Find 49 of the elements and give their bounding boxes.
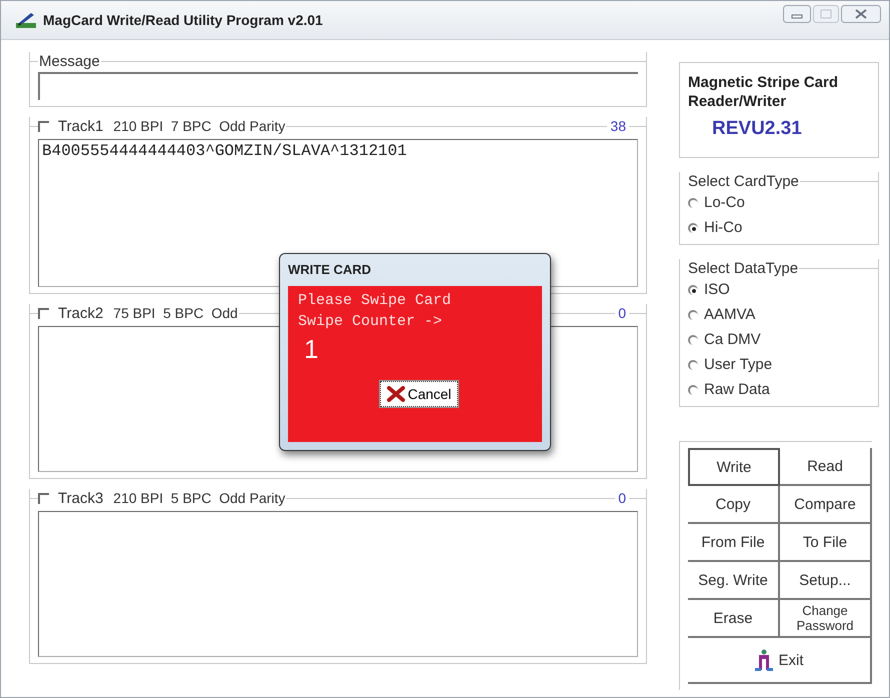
data-type-radio[interactable]: Raw Data: [688, 377, 870, 402]
door-icon: [754, 649, 774, 671]
character-count: 0: [617, 305, 627, 321]
group-label: Select DataType: [687, 260, 800, 276]
track-settings: 210 BPI 5 BPC Odd Parity: [112, 490, 286, 506]
close-icon: [386, 386, 405, 402]
track-settings: 210 BPI 7 BPC Odd Parity: [112, 118, 286, 134]
action-button[interactable]: From File: [688, 524, 780, 562]
dialog-message: Swipe Counter ->: [298, 312, 442, 332]
track-label: Track1: [57, 118, 104, 134]
data-type-radio[interactable]: AAMVA: [688, 302, 870, 327]
action-button[interactable]: Erase: [688, 600, 780, 638]
data-type-radio[interactable]: ISO: [688, 277, 870, 302]
card-type-radio[interactable]: Hi-Co: [688, 215, 870, 240]
minimize-icon[interactable]: [783, 5, 811, 23]
track-data-field[interactable]: [38, 511, 638, 657]
character-count: 0: [617, 490, 627, 506]
exit-button[interactable]: Exit: [688, 638, 872, 684]
track-settings: 75 BPI 5 BPC Odd: [112, 305, 239, 321]
pen-icon: [15, 11, 37, 29]
data-type-radio[interactable]: Ca DMV: [688, 327, 870, 352]
group-label: Message: [38, 52, 101, 70]
action-button[interactable]: Seg. Write: [688, 562, 780, 600]
track-data: B4005554444444403^GOMZIN/SLAVA^1312101: [42, 142, 407, 160]
action-button[interactable]: Copy: [688, 486, 780, 524]
track-label: Track3: [57, 490, 104, 506]
window-title: MagCard Write/Read Utility Program v2.01: [43, 12, 324, 28]
character-count: 38: [609, 118, 627, 134]
dialog-message: Please Swipe Card: [298, 291, 452, 311]
message-field[interactable]: [38, 72, 638, 100]
action-button[interactable]: Read: [780, 448, 872, 486]
card-type-radio[interactable]: Lo-Co: [688, 190, 870, 215]
data-type-radio[interactable]: User Type: [688, 352, 870, 377]
group-label: Select CardType: [687, 172, 800, 190]
track-label: Track2: [57, 304, 104, 322]
action-button[interactable]: Compare: [780, 486, 872, 524]
close-icon[interactable]: [841, 5, 881, 23]
action-button[interactable]: Change Password: [780, 600, 872, 638]
track-checkbox[interactable]: [38, 492, 49, 504]
action-button[interactable]: Write: [688, 448, 780, 486]
track-checkbox[interactable]: [38, 308, 49, 318]
dialog-title: WRITE CARD: [288, 261, 372, 279]
device-title: Magnetic Stripe Card Reader/Writer: [688, 73, 840, 111]
action-button[interactable]: Setup...: [780, 562, 872, 600]
action-button[interactable]: To File: [780, 524, 872, 562]
revision-label: REVU2.31: [711, 118, 803, 140]
swipe-counter: 1: [304, 334, 318, 365]
cancel-button[interactable]: Cancel: [380, 381, 458, 407]
track-checkbox[interactable]: [38, 120, 49, 132]
